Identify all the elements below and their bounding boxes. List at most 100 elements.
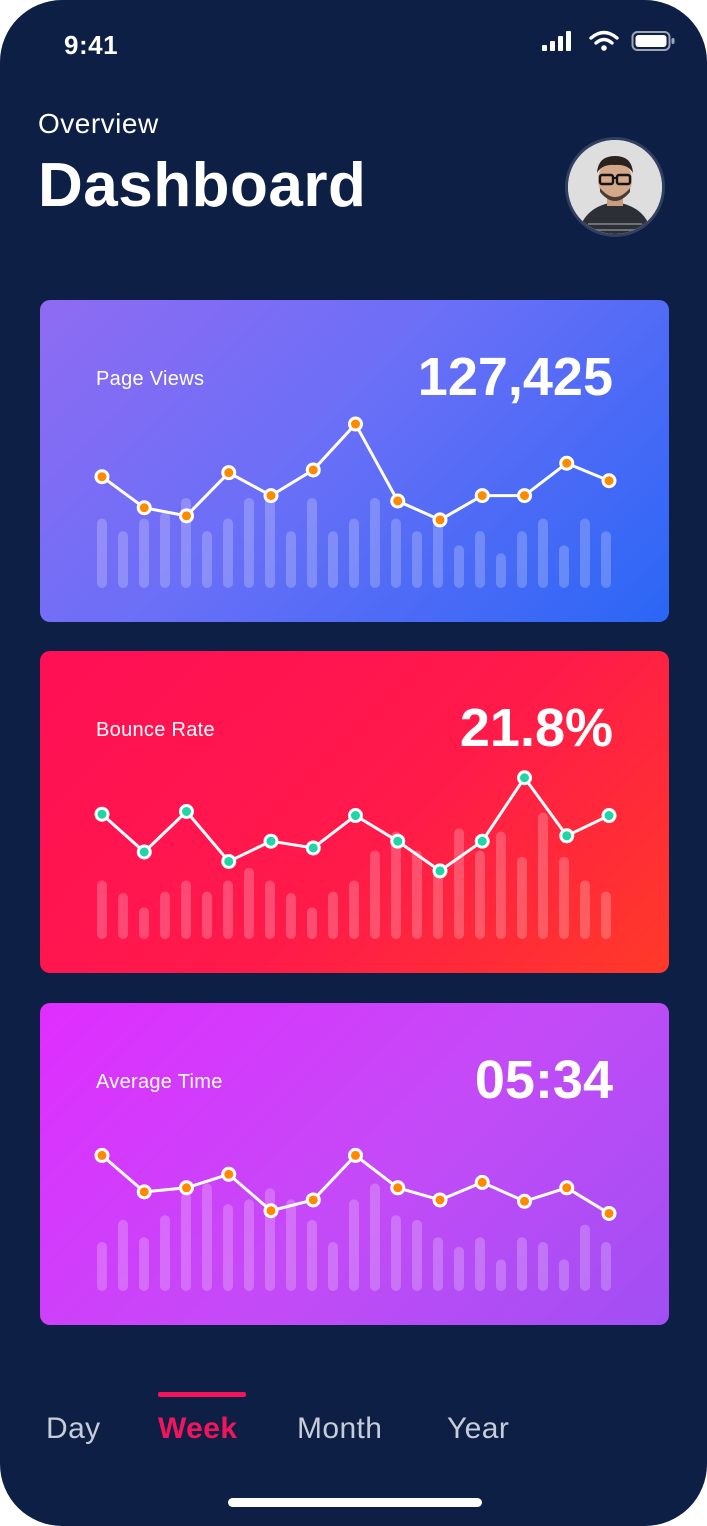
average-time-point [263,1203,279,1219]
page-views-point [390,493,406,509]
bounce-rate-point [136,844,152,860]
page-views-bar [97,518,107,588]
bounce-rate-bar [118,893,128,939]
wifi-icon [589,30,619,51]
bounce-rate-bar [412,850,422,939]
average-time-bar [118,1219,128,1291]
avatar-image [568,140,662,234]
average-time-bar [454,1246,464,1291]
bounce-rate-line [100,776,610,873]
overview-label: Overview [38,108,159,139]
average-time-bar [391,1215,401,1291]
bounce-rate-bar [223,880,233,939]
bounce-rate-bar [265,880,275,939]
average-time-bar [601,1242,611,1291]
page-views-bar [559,545,569,588]
bounce-rate-bar [517,856,527,939]
average-time-point [474,1174,490,1190]
home-indicator[interactable] [228,1498,482,1507]
average-time-bar [244,1199,254,1291]
period-tabs: Day Week Month Year [0,1388,707,1458]
bounce-rate-bar [97,880,107,939]
page-views-bar [223,518,233,588]
page-views-bar [202,531,212,588]
page-views-bar [517,531,527,588]
bounce-rate-bar [286,893,296,939]
page-views-bar [475,531,485,588]
average-time-bar [433,1237,443,1291]
page-views-bar [286,531,296,588]
page-views-bar [349,518,359,588]
page-views-point [601,473,617,489]
page-views-bar [118,531,128,588]
average-time-point [432,1192,448,1208]
bounce-rate-bar [244,867,254,939]
bounce-rate-bar [160,891,170,939]
average-time-bar [286,1199,296,1291]
bounce-rate-point [348,808,363,824]
average-time-bar [349,1199,359,1291]
average-time-bar [139,1237,149,1291]
bounce-rate-bar [559,856,569,939]
page-views-bar [244,497,254,588]
bounce-rate-bar [454,828,464,939]
page-views-line [101,422,610,522]
average-time-point [305,1192,321,1208]
page-views-bar [370,497,380,588]
page-views-point [136,500,152,516]
tab-year[interactable]: Year [447,1412,509,1446]
average-time-point [559,1180,575,1196]
bounce-rate-bar [328,891,338,939]
bounce-rate-bar [433,869,443,939]
page-views-bar [454,545,464,588]
average-time-bar [412,1219,422,1291]
bounce-rate-point [474,833,490,849]
page-views-card[interactable]: Page Views 127,425 [40,300,669,622]
average-time-point [517,1193,532,1209]
average-time-point [179,1180,194,1196]
bounce-rate-value: 21.8% [459,698,613,758]
average-time-value: 05:34 [474,1050,613,1110]
page-views-point [474,488,490,504]
page-views-bar [139,518,149,588]
average-time-card[interactable]: Average Time 05:34 [40,1003,669,1325]
average-time-bar [181,1193,191,1291]
bounce-rate-bar [307,907,317,939]
page-views-point [559,455,575,471]
average-time-bar [517,1237,527,1291]
page-views-bar [433,518,443,588]
average-time-bar [496,1259,506,1291]
page-views-bar [538,518,548,588]
status-time: 9:41 [64,30,119,60]
average-time-bar [370,1183,380,1291]
page-views-label: Page Views [96,368,205,390]
bounce-rate-label: Bounce Rate [96,719,215,741]
bounce-rate-bar [202,891,212,939]
average-time-bar [559,1259,569,1291]
bounce-rate-card[interactable]: Bounce Rate 21.8% [40,651,669,973]
user-avatar[interactable] [568,140,662,234]
average-time-point [390,1180,406,1196]
average-time-bar [307,1219,317,1291]
tab-month[interactable]: Month [297,1412,382,1446]
average-time-bar [475,1237,485,1291]
bounce-rate-point [390,833,406,849]
page-views-point [94,469,110,485]
average-time-bar [97,1242,107,1291]
tab-week[interactable]: Week [158,1412,237,1446]
page-views-point [221,465,237,481]
page-views-bar [307,497,317,588]
bounce-rate-bar [349,880,359,939]
average-time-bar [328,1242,338,1291]
bounce-rate-bar [139,907,149,939]
bounce-rate-bar [601,891,611,939]
tab-day[interactable]: Day [46,1412,101,1446]
page-views-point [432,512,448,528]
average-time-bar [538,1242,548,1291]
bounce-rate-point [432,863,448,879]
bounce-rate-bar [580,880,590,939]
average-time-bar [223,1204,233,1291]
phone-screen: 9:41 Overview Dashboard Page Views 127,4… [0,0,707,1526]
page-views-bar [496,553,506,588]
average-time-label: Average Time [96,1071,223,1093]
